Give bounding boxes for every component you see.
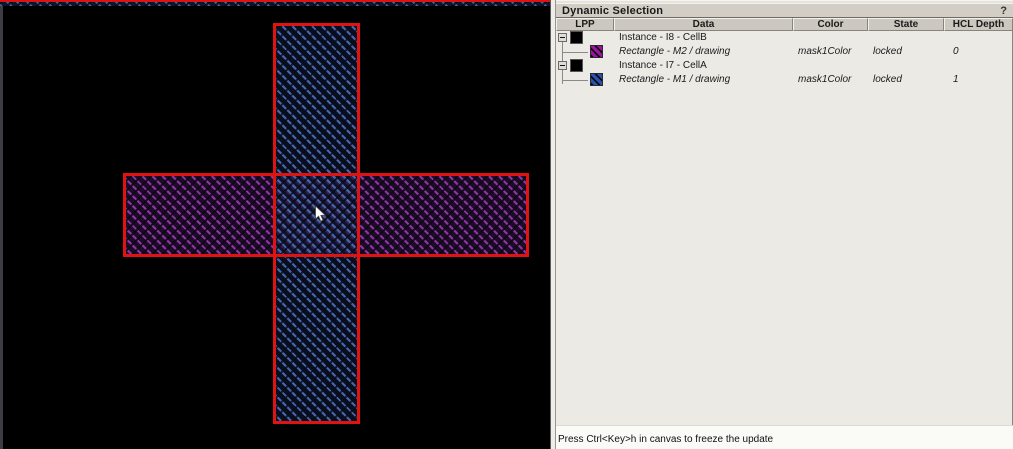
table-row-instance-i7[interactable]: Instance - I7 - CellA bbox=[556, 59, 1013, 73]
status-hint-text: Press Ctrl<Key>h in canvas to freeze the… bbox=[558, 434, 774, 445]
color-cell: mask1Color bbox=[798, 74, 852, 85]
instance-swatch-icon bbox=[570, 59, 583, 72]
layer-m2-swatch-icon bbox=[590, 45, 603, 58]
data-cell: Instance - I8 - CellB bbox=[619, 32, 707, 43]
data-cell: Rectangle - M1 / drawing bbox=[619, 74, 731, 85]
table-row-rectangle-m2[interactable]: Rectangle - M2 / drawing mask1Color lock… bbox=[556, 45, 1013, 59]
mouse-cursor-icon bbox=[314, 205, 327, 224]
clipped-shape-fill-top bbox=[0, 2, 552, 6]
column-header-state[interactable]: State bbox=[868, 18, 944, 31]
panel-titlebar: Dynamic Selection ? bbox=[556, 3, 1013, 18]
lpp-cell bbox=[556, 45, 614, 59]
column-header-hcl-depth[interactable]: HCL Depth bbox=[944, 18, 1013, 31]
depth-cell: 1 bbox=[953, 74, 959, 85]
column-header-color[interactable]: Color bbox=[793, 18, 868, 31]
column-header-row: LPP Data Color State HCL Depth bbox=[556, 18, 1013, 31]
depth-cell: 0 bbox=[953, 46, 959, 57]
lpp-cell bbox=[556, 59, 614, 73]
column-header-data[interactable]: Data bbox=[614, 18, 793, 31]
panel-title: Dynamic Selection bbox=[562, 4, 664, 17]
state-cell: locked bbox=[873, 74, 902, 85]
tree-collapse-icon[interactable] bbox=[558, 61, 567, 70]
layout-canvas[interactable] bbox=[0, 0, 552, 449]
table-row-rectangle-m1[interactable]: Rectangle - M1 / drawing mask1Color lock… bbox=[556, 73, 1013, 87]
tree-collapse-icon[interactable] bbox=[558, 33, 567, 42]
help-icon[interactable]: ? bbox=[1000, 5, 1007, 17]
instance-swatch-icon bbox=[570, 31, 583, 44]
selection-tree: Instance - I8 - CellB Rectangle - M2 / d… bbox=[556, 31, 1013, 91]
dynamic-selection-panel: Dynamic Selection ? LPP Data Color State… bbox=[556, 0, 1013, 449]
color-cell: mask1Color bbox=[798, 46, 852, 57]
canvas-left-edge bbox=[0, 0, 3, 449]
layer-m1-swatch-icon bbox=[590, 73, 603, 86]
status-bar: Press Ctrl<Key>h in canvas to freeze the… bbox=[556, 425, 1013, 449]
column-header-lpp[interactable]: LPP bbox=[556, 18, 614, 31]
table-row-instance-i8[interactable]: Instance - I8 - CellB bbox=[556, 31, 1013, 45]
data-cell: Rectangle - M2 / drawing bbox=[619, 46, 731, 57]
lpp-cell bbox=[556, 31, 614, 45]
data-cell: Instance - I7 - CellA bbox=[619, 60, 707, 71]
app-window: Dynamic Selection ? LPP Data Color State… bbox=[0, 0, 1013, 449]
state-cell: locked bbox=[873, 46, 902, 57]
lpp-cell bbox=[556, 73, 614, 87]
